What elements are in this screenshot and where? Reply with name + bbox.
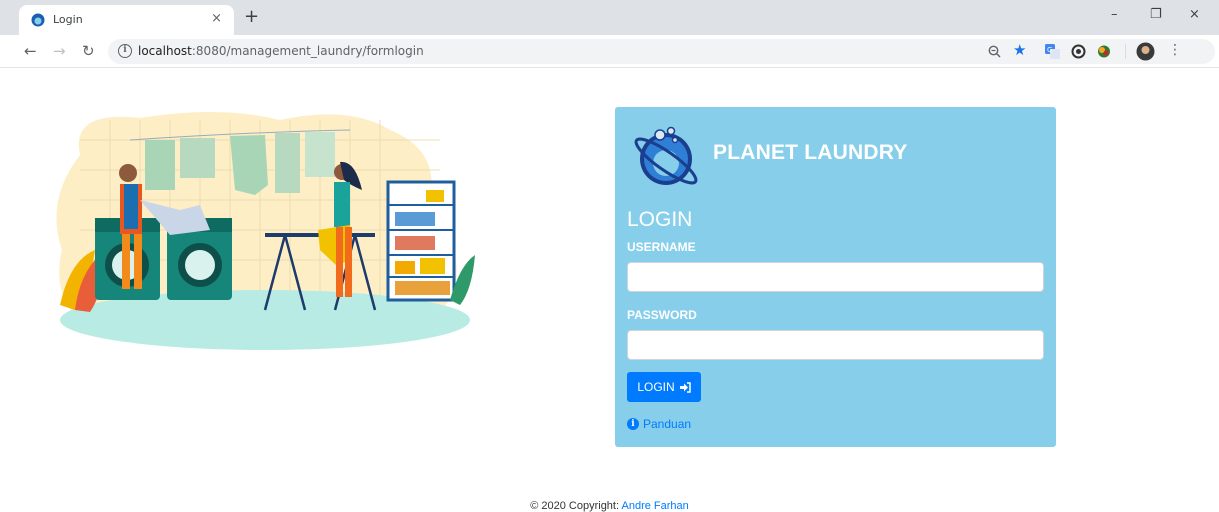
- sign-in-icon: [679, 381, 691, 393]
- guide-link[interactable]: i Panduan: [627, 417, 691, 431]
- username-input[interactable]: [627, 262, 1044, 292]
- author-link[interactable]: Andre Farhan: [622, 500, 689, 512]
- menu-icon[interactable]: ⋮: [1168, 42, 1182, 58]
- minimize-button[interactable]: –: [1111, 7, 1118, 22]
- globe-favicon-icon: [31, 13, 45, 27]
- login-heading: LOGIN: [627, 208, 693, 231]
- planet-laundry-logo-icon: [634, 126, 698, 185]
- password-input[interactable]: [627, 330, 1044, 360]
- username-label: USERNAME: [627, 240, 696, 254]
- tab-title: Login: [53, 13, 83, 26]
- login-button-label: LOGIN: [637, 380, 675, 394]
- url-text[interactable]: localhost:8080/management_laundry/formlo…: [138, 44, 424, 58]
- site-info-icon[interactable]: i: [118, 44, 132, 58]
- brand-title: PLANET LAUNDRY: [713, 141, 908, 164]
- login-button[interactable]: LOGIN: [627, 372, 701, 402]
- zoom-icon[interactable]: [988, 45, 1001, 58]
- browser-toolbar: ← → ↻ i localhost:8080/management_laundr…: [0, 35, 1219, 68]
- footer: © 2020 Copyright: Andre Farhan: [0, 500, 1219, 512]
- extension-colorful-icon[interactable]: [1096, 44, 1112, 59]
- back-icon[interactable]: ←: [24, 42, 37, 60]
- address-bar[interactable]: i localhost:8080/management_laundry/form…: [108, 39, 1215, 64]
- extension-ring-icon[interactable]: [1071, 44, 1086, 59]
- password-label: PASSWORD: [627, 308, 697, 322]
- translate-extension-icon[interactable]: G: [1045, 44, 1060, 59]
- forward-icon[interactable]: →: [53, 42, 66, 60]
- tab-login[interactable]: Login ×: [19, 5, 234, 35]
- reload-icon[interactable]: ↻: [82, 42, 95, 60]
- laundry-illustration: [56, 111, 475, 350]
- close-window-button[interactable]: ×: [1189, 7, 1200, 22]
- svg-text:G: G: [1047, 46, 1052, 54]
- tab-strip: Login × + – ❐ ×: [0, 0, 1219, 35]
- profile-avatar-icon[interactable]: [1136, 42, 1155, 61]
- bookmark-star-icon[interactable]: ★: [1013, 41, 1026, 59]
- toolbar-divider: [1125, 44, 1126, 59]
- info-circle-icon: i: [627, 418, 639, 430]
- copyright-text: © 2020 Copyright:: [530, 500, 620, 512]
- tab-close-icon[interactable]: ×: [211, 11, 222, 26]
- new-tab-button[interactable]: +: [244, 8, 259, 26]
- restore-button[interactable]: ❐: [1150, 7, 1162, 22]
- guide-link-label: Panduan: [643, 417, 692, 431]
- login-card: PLANET LAUNDRY LOGIN USERNAME PASSWORD L…: [615, 107, 1056, 447]
